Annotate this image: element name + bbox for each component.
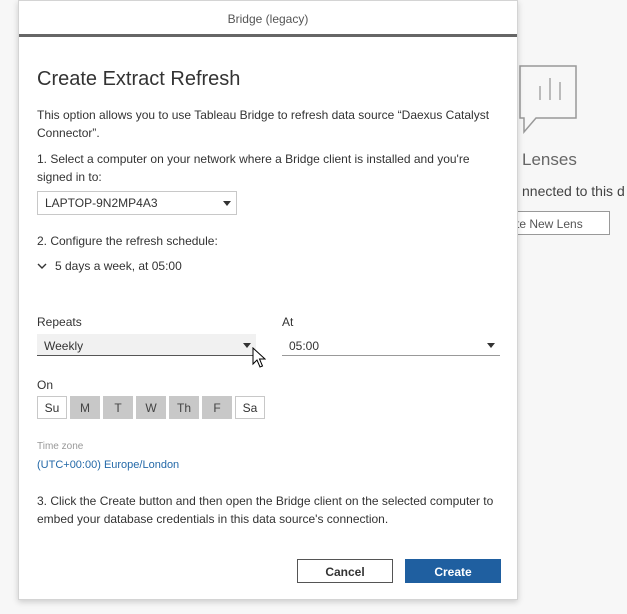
create-new-lens-button[interactable]: te New Lens: [510, 211, 610, 235]
dialog-header: Bridge (legacy): [19, 1, 517, 37]
time-select-value: 05:00: [289, 339, 320, 353]
schedule-summary-text: 5 days a week, at 05:00: [55, 259, 182, 273]
day-toggle-tuesday[interactable]: T: [103, 396, 133, 419]
step2-text: 2. Configure the refresh schedule:: [37, 234, 218, 248]
day-picker: Su M T W Th F Sa: [37, 396, 265, 419]
repeats-select[interactable]: Weekly: [37, 334, 256, 356]
cancel-button[interactable]: Cancel: [297, 559, 393, 583]
schedule-summary-toggle[interactable]: 5 days a week, at 05:00: [37, 259, 182, 273]
mouse-cursor-icon: [252, 347, 266, 368]
chevron-down-icon: [487, 343, 495, 348]
day-toggle-sunday[interactable]: Su: [37, 396, 67, 419]
timezone-link[interactable]: (UTC+00:00) Europe/London: [37, 459, 179, 471]
day-toggle-friday[interactable]: F: [202, 396, 232, 419]
chevron-down-icon: [37, 259, 49, 273]
on-label: On: [37, 378, 54, 392]
create-extract-refresh-dialog: Bridge (legacy) Create Extract Refresh T…: [18, 0, 518, 600]
dialog-description: This option allows you to use Tableau Br…: [37, 108, 490, 140]
chevron-down-icon: [243, 343, 251, 348]
day-toggle-wednesday[interactable]: W: [136, 396, 166, 419]
at-label: At: [282, 315, 294, 329]
lenses-title: Lenses: [522, 150, 577, 169]
chevron-down-icon: [223, 201, 231, 206]
create-button[interactable]: Create: [405, 559, 501, 583]
step1-text: 1. Select a computer on your network whe…: [37, 152, 470, 184]
speech-bubble-chart-icon: [519, 65, 577, 135]
repeats-select-value: Weekly: [44, 339, 84, 353]
timezone-label: Time zone: [37, 441, 84, 452]
day-toggle-thursday[interactable]: Th: [169, 396, 199, 419]
step3-text: 3. Click the Create button and then open…: [37, 494, 494, 526]
day-toggle-saturday[interactable]: Sa: [235, 396, 265, 419]
computer-select[interactable]: LAPTOP-9N2MP4A3: [37, 191, 237, 215]
day-toggle-monday[interactable]: M: [70, 396, 100, 419]
computer-select-value: LAPTOP-9N2MP4A3: [45, 196, 158, 210]
time-select[interactable]: 05:00: [282, 334, 500, 356]
dialog-title: Create Extract Refresh: [37, 68, 241, 90]
repeats-label: Repeats: [37, 315, 82, 329]
lenses-subtitle: nnected to this d: [522, 183, 625, 199]
